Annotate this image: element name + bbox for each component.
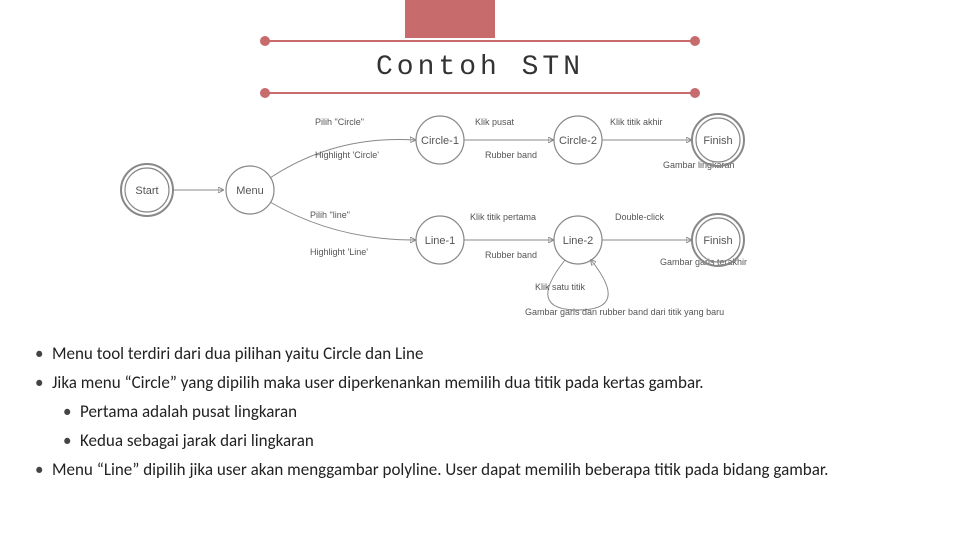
edge-label: Klik titik pertama: [470, 212, 536, 222]
node-finish: Finish: [703, 235, 732, 247]
node-menu: Menu: [236, 185, 264, 197]
divider-bottom: [265, 92, 695, 94]
bullet-item: Jika menu “Circle” yang dipilih maka use…: [35, 369, 935, 398]
bullet-subitem: Pertama adalah pusat lingkaran: [63, 398, 935, 427]
divider-dot: [260, 88, 270, 98]
header-accent-block: [405, 0, 495, 38]
node-line2: Line-2: [563, 235, 594, 247]
bullet-item: Menu “Line” dipilih jika user akan mengg…: [35, 456, 935, 485]
edge-label: Gambar garis dan rubber band dari titik …: [525, 307, 724, 317]
node-circle1: Circle-1: [421, 135, 459, 147]
divider-dot: [690, 36, 700, 46]
edge-label: Klik pusat: [475, 117, 515, 127]
edge-label: Pilih "line": [310, 210, 350, 220]
divider-top: [265, 40, 695, 42]
bullet-subitem: Kedua sebagai jarak dari lingkaran: [63, 427, 935, 456]
edge-label: Pilih "Circle": [315, 117, 364, 127]
node-circle2: Circle-2: [559, 135, 597, 147]
slide-title: Contoh STN: [0, 52, 960, 83]
stn-diagram: Start Menu Pilih "Circle" Highlight 'Cir…: [115, 110, 845, 320]
bullet-item: Menu tool terdiri dari dua pilihan yaitu…: [35, 340, 935, 369]
divider-dot: [260, 36, 270, 46]
divider-dot: [690, 88, 700, 98]
edge-label: Rubber band: [485, 150, 537, 160]
edge-label: Klik titik akhir: [610, 117, 663, 127]
edge-label: Highlight 'Circle': [315, 150, 379, 160]
edge-label: Double-click: [615, 212, 665, 222]
node-finish: Finish: [703, 135, 732, 147]
edge-label: Klik satu titik: [535, 282, 586, 292]
node-start: Start: [135, 185, 158, 197]
node-line1: Line-1: [425, 235, 456, 247]
bullet-list: Menu tool terdiri dari dua pilihan yaitu…: [35, 340, 935, 484]
edge-label: Highlight 'Line': [310, 247, 368, 257]
edge-label: Rubber band: [485, 250, 537, 260]
